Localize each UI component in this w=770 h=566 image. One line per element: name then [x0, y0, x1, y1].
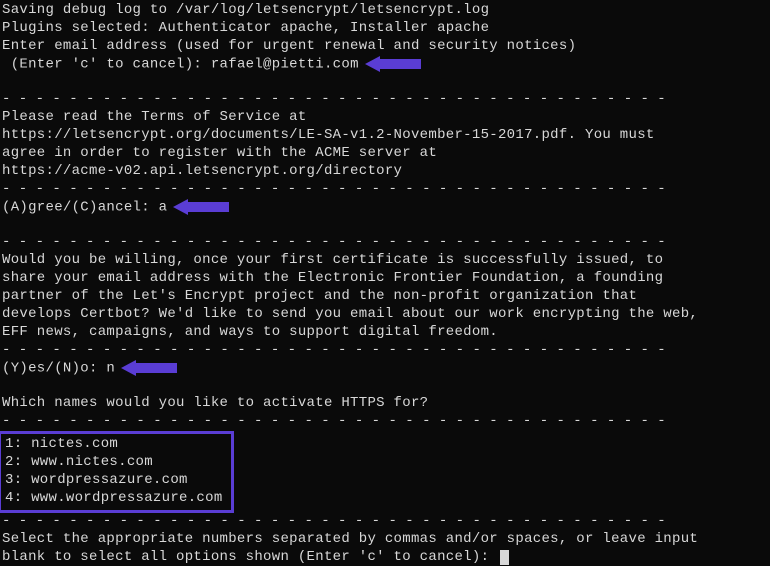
email-value: rafael@pietti.com: [211, 56, 359, 72]
eff-line-4: develops Certbot? We'd like to send you …: [0, 306, 770, 324]
eff-line-2: share your email address with the Electr…: [0, 270, 770, 288]
domain-option-2: 2: www.nictes.com: [3, 454, 223, 472]
cancel-hint: (Enter 'c' to cancel):: [2, 56, 211, 72]
separator-dashes: - - - - - - - - - - - - - - - - - - - - …: [0, 91, 770, 109]
arrow-left-icon: [173, 199, 229, 215]
activate-prompt: Which names would you like to activate H…: [0, 395, 770, 413]
select-line-1: Select the appropriate numbers separated…: [0, 531, 770, 549]
domain-option-4: 4: www.wordpressazure.com: [3, 490, 223, 508]
yesno-prompt: (Y)es/(N)o:: [2, 360, 106, 376]
separator-dashes: - - - - - - - - - - - - - - - - - - - - …: [0, 234, 770, 252]
cursor-block: [500, 550, 509, 565]
agree-prompt-line[interactable]: (A)gree/(C)ancel: a: [0, 199, 770, 218]
eff-line-3: partner of the Let's Encrypt project and…: [0, 288, 770, 306]
email-prompt-line: Enter email address (used for urgent ren…: [0, 38, 770, 56]
terminal-output: Saving debug log to /var/log/letsencrypt…: [0, 0, 770, 566]
arrow-left-icon: [365, 56, 421, 72]
tos-line-4: https://acme-v02.api.letsencrypt.org/dir…: [0, 163, 770, 181]
tos-line-2: https://letsencrypt.org/documents/LE-SA-…: [0, 127, 770, 145]
separator-dashes: - - - - - - - - - - - - - - - - - - - - …: [0, 342, 770, 360]
domain-option-1: 1: nictes.com: [3, 436, 223, 454]
agree-prompt: (A)gree/(C)ancel:: [2, 199, 159, 215]
plugins-line: Plugins selected: Authenticator apache, …: [0, 20, 770, 38]
separator-dashes: - - - - - - - - - - - - - - - - - - - - …: [0, 513, 770, 531]
select-input-line[interactable]: blank to select all options shown (Enter…: [0, 549, 770, 566]
yesno-prompt-line[interactable]: (Y)es/(N)o: n: [0, 360, 770, 379]
tos-line-1: Please read the Terms of Service at: [0, 109, 770, 127]
email-input-line[interactable]: (Enter 'c' to cancel): rafael@pietti.com: [0, 56, 770, 75]
eff-line-5: EFF news, campaigns, and ways to support…: [0, 324, 770, 342]
agree-answer: a: [159, 199, 168, 215]
debug-log-line: Saving debug log to /var/log/letsencrypt…: [0, 2, 770, 20]
yesno-answer: n: [106, 360, 115, 376]
domain-option-3: 3: wordpressazure.com: [3, 472, 223, 490]
domain-list-highlight: 1: nictes.com 2: www.nictes.com 3: wordp…: [0, 431, 234, 513]
tos-line-3: agree in order to register with the ACME…: [0, 145, 770, 163]
eff-line-1: Would you be willing, once your first ce…: [0, 252, 770, 270]
separator-dashes: - - - - - - - - - - - - - - - - - - - - …: [0, 181, 770, 199]
select-line-2: blank to select all options shown (Enter…: [2, 549, 498, 565]
separator-dashes: - - - - - - - - - - - - - - - - - - - - …: [0, 413, 770, 431]
arrow-left-icon: [121, 360, 177, 376]
